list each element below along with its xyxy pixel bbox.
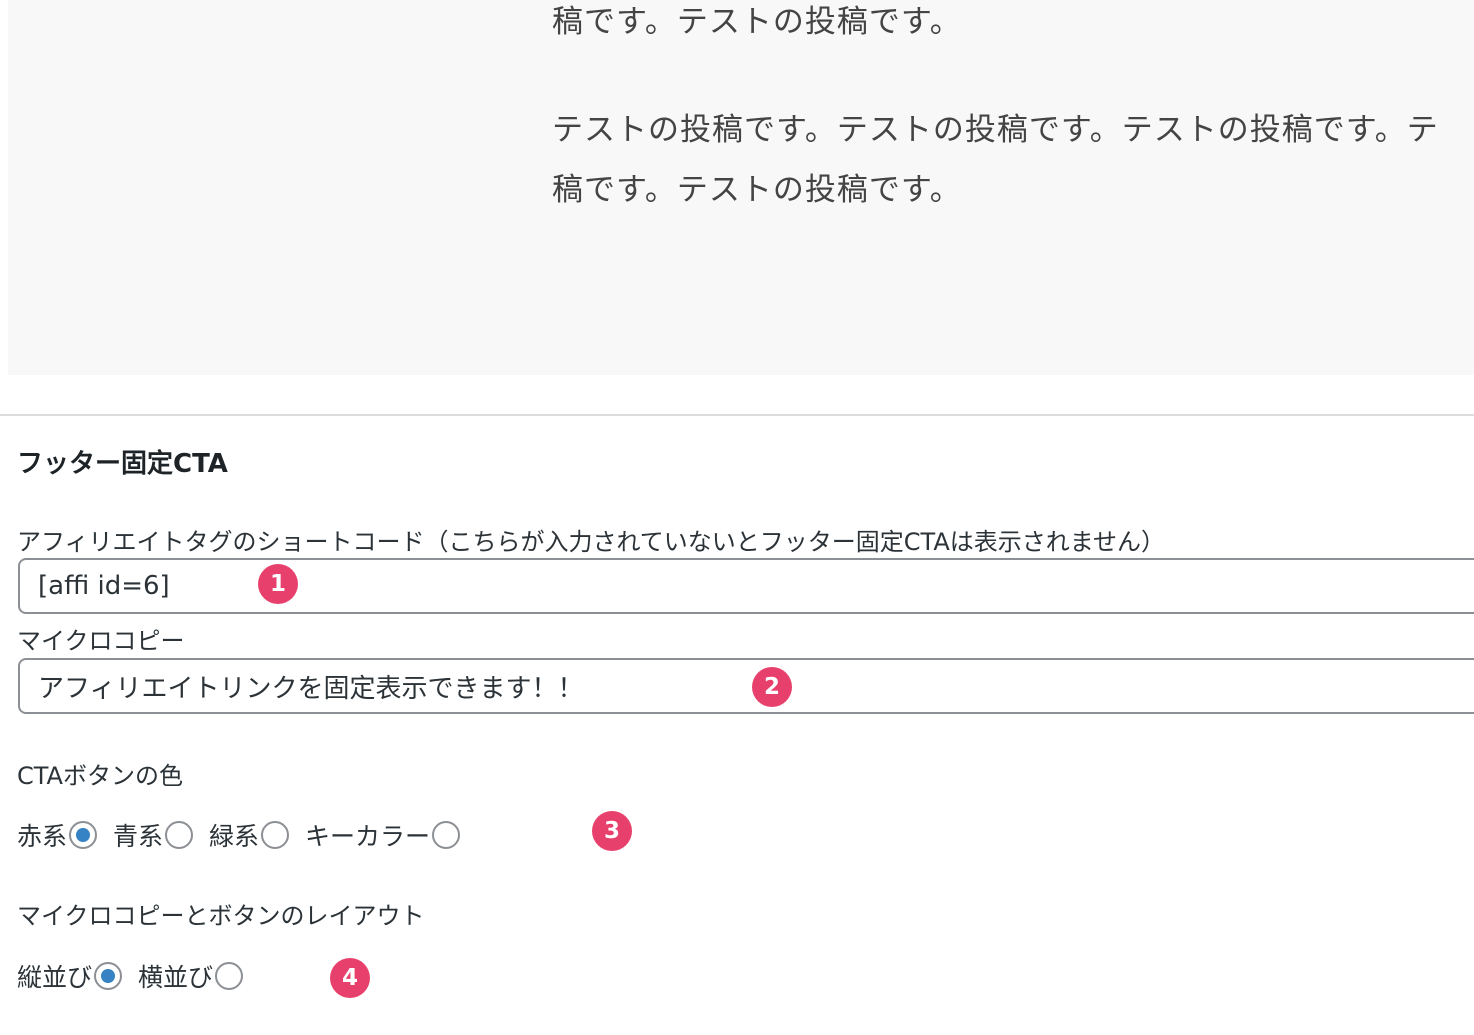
annotation-badge-2: 2: [752, 667, 792, 707]
layout-option-vertical[interactable]: 縦並び: [17, 958, 123, 994]
layout-radio-group: 縦並び 横並び: [17, 956, 259, 996]
preview-line: 稿です。テストの投稿です。: [552, 4, 962, 40]
button-color-radio-group: 赤系 青系 緑系 キーカラー: [17, 815, 476, 855]
annotation-badge-4: 4: [330, 958, 370, 998]
color-option-red-radio[interactable]: [69, 821, 98, 849]
color-option-red-label: 赤系: [17, 822, 68, 851]
layout-option-vertical-radio[interactable]: [94, 962, 123, 990]
microcopy-label: マイクロコピー: [17, 627, 185, 655]
annotation-badge-3: 3: [592, 811, 632, 851]
color-option-key-radio[interactable]: [432, 821, 461, 849]
layout-option-horizontal-radio[interactable]: [215, 962, 244, 990]
section-divider: [0, 414, 1474, 416]
button-color-label: CTAボタンの色: [17, 762, 183, 790]
layout-option-vertical-label: 縦並び: [17, 963, 93, 992]
post-preview-area: 稿です。テストの投稿です。 テストの投稿です。テストの投稿です。テストの投稿です…: [8, 0, 1474, 375]
shortcode-input[interactable]: [18, 558, 1474, 614]
preview-line: テストの投稿です。テストの投稿です。テストの投稿です。テ: [552, 112, 1439, 148]
annotation-badge-1: 1: [258, 564, 298, 604]
color-option-red[interactable]: 赤系: [17, 817, 98, 853]
color-option-key[interactable]: キーカラー: [305, 817, 461, 853]
preview-line: 稿です。テストの投稿です。: [552, 172, 962, 208]
layout-option-horizontal[interactable]: 横並び: [138, 958, 244, 994]
color-option-key-label: キーカラー: [305, 822, 431, 851]
layout-label: マイクロコピーとボタンのレイアウト: [17, 902, 425, 930]
color-option-green[interactable]: 緑系: [209, 817, 290, 853]
layout-option-horizontal-label: 横並び: [138, 963, 214, 992]
color-option-green-label: 緑系: [209, 822, 260, 851]
color-option-green-radio[interactable]: [261, 821, 290, 849]
color-option-blue-label: 青系: [113, 822, 164, 851]
color-option-blue[interactable]: 青系: [113, 817, 194, 853]
section-title: フッター固定CTA: [17, 449, 228, 479]
color-option-blue-radio[interactable]: [165, 821, 194, 849]
shortcode-label: アフィリエイトタグのショートコード（こちらが入力されていないとフッター固定CTA…: [17, 528, 1166, 556]
microcopy-input[interactable]: [18, 658, 1474, 714]
